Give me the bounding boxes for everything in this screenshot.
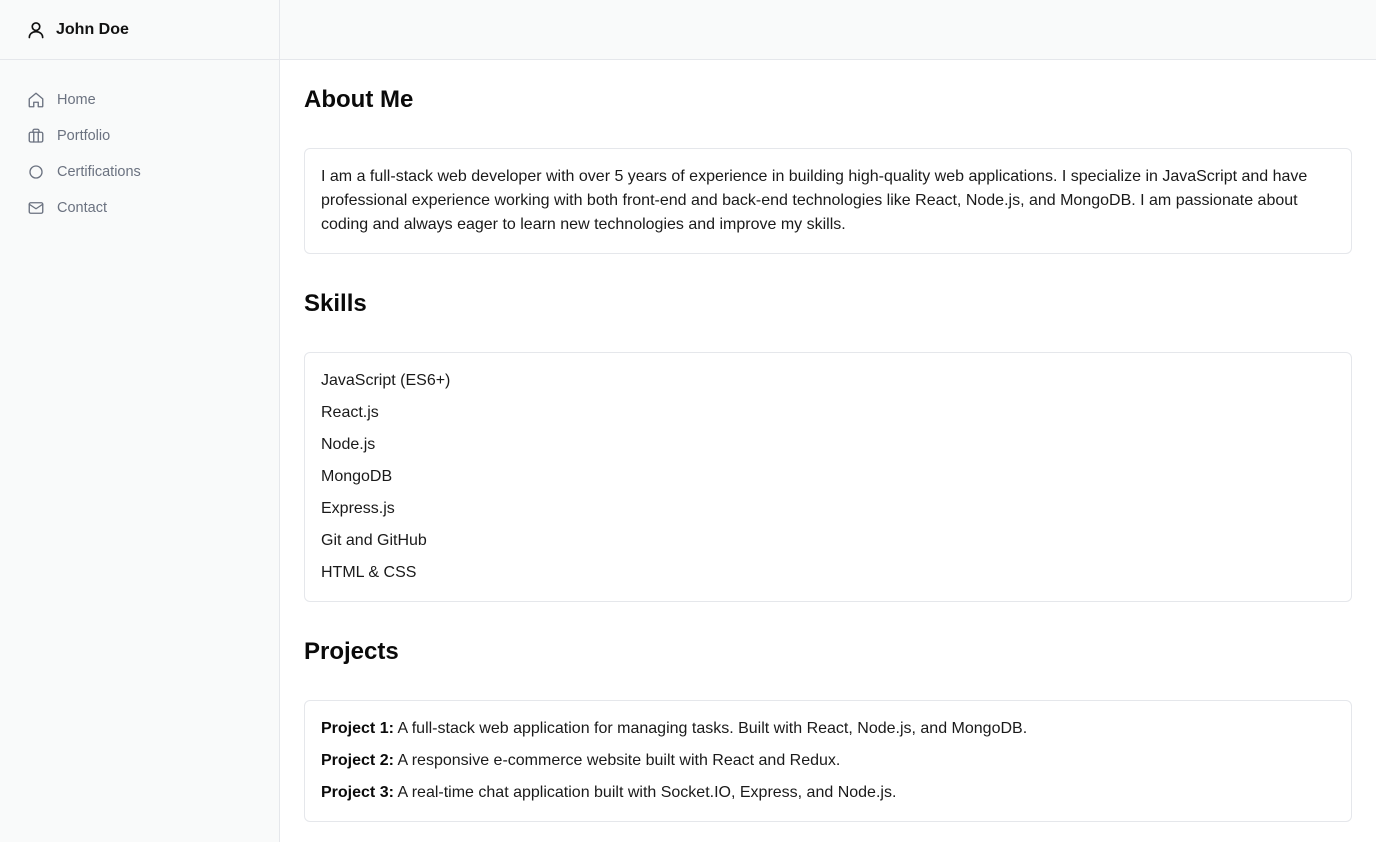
project-item: Project 1: A full-stack web application …	[321, 713, 1335, 745]
sidebar: John Doe Home Portfolio Certifications C…	[0, 0, 280, 842]
project-item: Project 3: A real-time chat application …	[321, 777, 1335, 809]
sidebar-item-label: Home	[57, 92, 96, 108]
projects-title: Projects	[304, 638, 399, 665]
about-section: About Me I am a full-stack web developer…	[304, 84, 1352, 254]
brand[interactable]: John Doe	[0, 0, 279, 60]
sidebar-item-contact[interactable]: Contact	[0, 190, 279, 226]
sidebar-item-home[interactable]: Home	[0, 82, 279, 118]
main-content: About Me I am a full-stack web developer…	[280, 60, 1376, 822]
sidebar-nav: Home Portfolio Certifications Contact	[0, 60, 279, 226]
sidebar-item-label: Portfolio	[57, 128, 111, 144]
brand-name: John Doe	[56, 20, 129, 38]
skill-item: HTML & CSS	[321, 564, 417, 581]
project-description: A full-stack web application for managin…	[393, 720, 1028, 737]
project-item: Project 2: A responsive e-commerce websi…	[321, 745, 1335, 777]
project-name: Project 3:	[321, 784, 394, 801]
skill-item: MongoDB	[321, 468, 393, 485]
briefcase-icon	[27, 127, 45, 145]
projects-card: Project 1: A full-stack web application …	[304, 700, 1352, 822]
sidebar-item-portfolio[interactable]: Portfolio	[0, 118, 279, 154]
sidebar-item-certifications[interactable]: Certifications	[0, 154, 279, 190]
skills-section: Skills JavaScript (ES6+) React.js Node.j…	[304, 288, 1352, 602]
about-text: I am a full-stack web developer with ove…	[321, 168, 1308, 233]
mail-icon	[27, 199, 45, 217]
skill-item: JavaScript (ES6+)	[321, 372, 451, 389]
home-icon	[27, 91, 45, 109]
circle-icon	[27, 163, 45, 181]
sidebar-item-label: Contact	[57, 200, 107, 216]
project-name: Project 2:	[321, 752, 394, 769]
skill-item: Node.js	[321, 436, 376, 453]
top-bar	[280, 0, 1376, 60]
app-root: John Doe Home Portfolio Certifications C…	[0, 0, 1376, 842]
skill-item: Express.js	[321, 500, 395, 517]
project-name: Project 1:	[321, 720, 394, 737]
skill-item: Git and GitHub	[321, 532, 427, 549]
projects-list: Project 1: A full-stack web application …	[321, 713, 1335, 809]
project-description: A real-time chat application built with …	[393, 784, 897, 801]
project-description: A responsive e-commerce website built wi…	[393, 752, 841, 769]
skills-list: JavaScript (ES6+) React.js Node.js Mongo…	[321, 365, 1335, 589]
about-card: I am a full-stack web developer with ove…	[304, 148, 1352, 254]
about-title: About Me	[304, 86, 414, 113]
skills-title: Skills	[304, 290, 367, 317]
projects-section: Projects Project 1: A full-stack web app…	[304, 636, 1352, 822]
skill-item: React.js	[321, 404, 379, 421]
user-icon	[26, 20, 46, 40]
main-area: About Me I am a full-stack web developer…	[280, 0, 1376, 842]
sidebar-item-label: Certifications	[57, 164, 141, 180]
skills-card: JavaScript (ES6+) React.js Node.js Mongo…	[304, 352, 1352, 602]
